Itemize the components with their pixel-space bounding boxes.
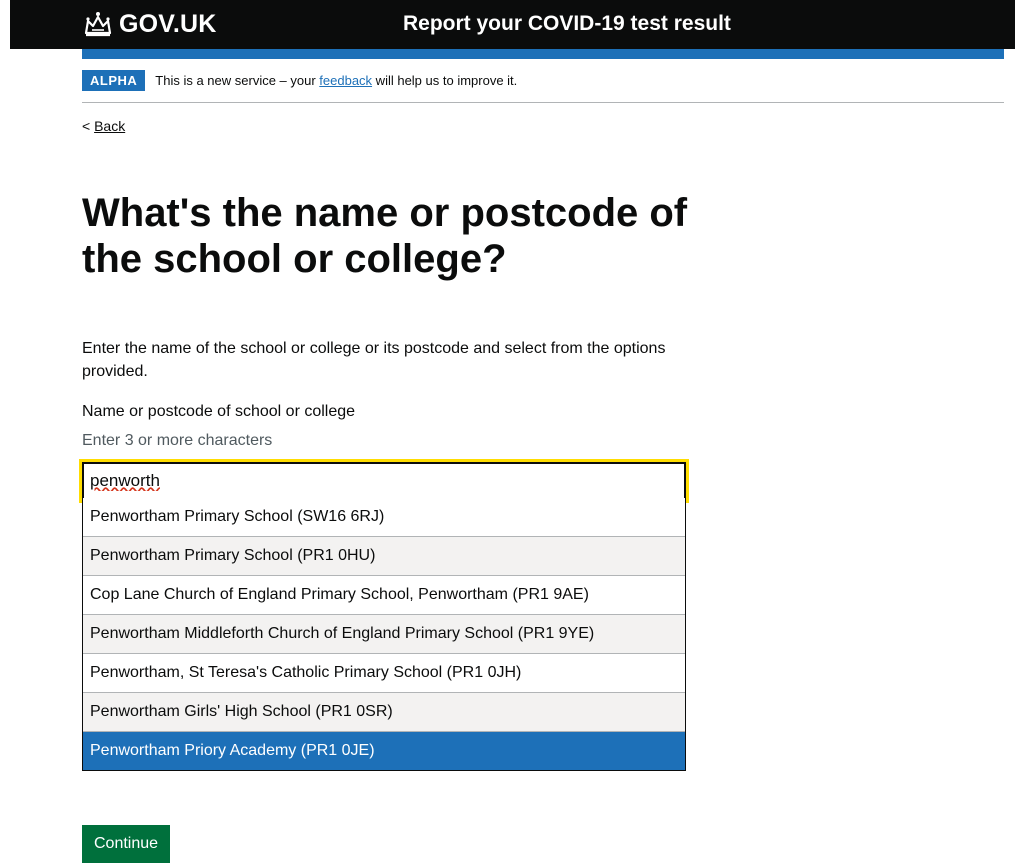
page-description: Enter the name of the school or college …	[82, 340, 666, 380]
autocomplete-option[interactable]: Cop Lane Church of England Primary Schoo…	[83, 576, 685, 615]
page-title: What's the name or postcode of the schoo…	[82, 191, 688, 281]
back-link-label: Back	[94, 118, 126, 134]
autocomplete-option[interactable]: Penwortham Primary School (PR1 0HU)	[83, 537, 685, 576]
govuk-logo[interactable]: GOV.UK	[83, 9, 217, 39]
phase-banner-text: This is a new service – your feedback wi…	[155, 70, 517, 88]
school-search-input[interactable]	[84, 464, 686, 498]
autocomplete-option[interactable]: Penwortham Primary School (SW16 6RJ)	[83, 498, 685, 537]
logo-text: GOV.UK	[119, 9, 217, 38]
header-underline	[82, 49, 1004, 59]
autocomplete-option[interactable]: Penwortham Girls' High School (PR1 0SR)	[83, 693, 685, 732]
site-header: GOV.UK Report your COVID-19 test result	[10, 0, 1015, 49]
field-hint: Enter 3 or more characters	[82, 432, 273, 449]
field-label: Name or postcode of school or college	[82, 403, 356, 420]
back-link[interactable]: < Back	[82, 118, 125, 134]
autocomplete-menu: Penwortham Primary School (SW16 6RJ) Penw…	[82, 498, 686, 771]
school-search-field	[79, 459, 689, 503]
autocomplete-option[interactable]: Penwortham, St Teresa's Catholic Primary…	[83, 654, 685, 693]
back-chevron-icon: <	[82, 118, 91, 134]
phase-text-before: This is a new service – your	[155, 73, 320, 88]
phase-text-after: will help us to improve it.	[372, 73, 518, 88]
phase-tag: ALPHA	[82, 70, 146, 91]
autocomplete-option[interactable]: Penwortham Middleforth Church of England…	[83, 615, 685, 654]
crown-icon	[84, 12, 112, 37]
phase-banner: ALPHA This is a new service – your feedb…	[82, 70, 1004, 103]
autocomplete-option[interactable]: Penwortham Priory Academy (PR1 0JE)	[83, 732, 685, 770]
feedback-link[interactable]: feedback	[319, 73, 372, 88]
continue-button[interactable]: Continue	[82, 825, 171, 863]
service-name[interactable]: Report your COVID-19 test result	[403, 12, 731, 36]
